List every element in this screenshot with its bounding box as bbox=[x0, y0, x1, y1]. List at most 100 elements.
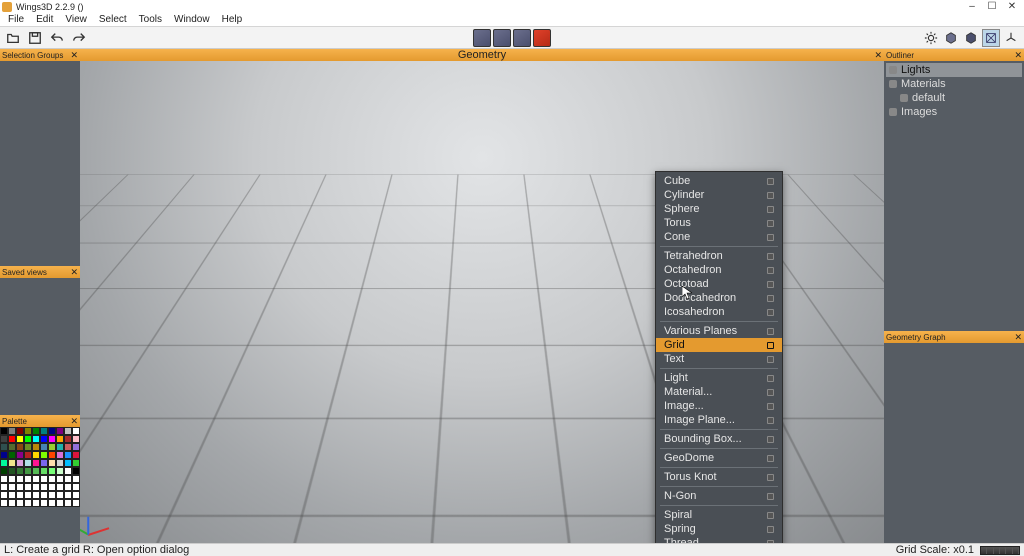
palette-swatch[interactable] bbox=[72, 451, 80, 459]
shade-flat-icon[interactable] bbox=[942, 29, 960, 47]
palette-swatch[interactable] bbox=[8, 451, 16, 459]
palette-swatch[interactable] bbox=[32, 491, 40, 499]
palette-swatch[interactable] bbox=[48, 443, 56, 451]
palette-swatch[interactable] bbox=[40, 475, 48, 483]
palette-swatch[interactable] bbox=[0, 475, 8, 483]
menu-item-dodecahedron[interactable]: Dodecahedron bbox=[656, 291, 782, 305]
mode-edge[interactable] bbox=[493, 29, 511, 47]
menu-item-sphere[interactable]: Sphere bbox=[656, 202, 782, 216]
menu-item-grid[interactable]: Grid bbox=[656, 338, 782, 352]
palette-swatch[interactable] bbox=[32, 499, 40, 507]
palette-swatch[interactable] bbox=[24, 451, 32, 459]
palette-swatch[interactable] bbox=[8, 443, 16, 451]
palette-swatch[interactable] bbox=[64, 483, 72, 491]
menu-item-material-[interactable]: Material... bbox=[656, 385, 782, 399]
preferences-icon[interactable] bbox=[922, 29, 940, 47]
palette-swatch[interactable] bbox=[48, 427, 56, 435]
outliner-body[interactable]: LightsMaterialsdefaultImages bbox=[884, 61, 1024, 331]
primitives-context-menu[interactable]: CubeCylinderSphereTorusConeTetrahedronOc… bbox=[655, 171, 783, 543]
menu-item-light[interactable]: Light bbox=[656, 371, 782, 385]
palette-swatch[interactable] bbox=[64, 491, 72, 499]
palette-swatch[interactable] bbox=[24, 491, 32, 499]
option-box-icon[interactable] bbox=[767, 309, 774, 316]
shade-smooth-icon[interactable] bbox=[962, 29, 980, 47]
selection-groups-header[interactable]: Selection Groups ✕ bbox=[0, 49, 80, 61]
close-icon[interactable]: ✕ bbox=[70, 416, 78, 427]
menu-help[interactable]: Help bbox=[216, 14, 249, 25]
palette-swatch[interactable] bbox=[32, 435, 40, 443]
palette-swatch[interactable] bbox=[72, 427, 80, 435]
palette-swatch[interactable] bbox=[48, 435, 56, 443]
palette-grid[interactable] bbox=[0, 427, 80, 507]
palette-swatch[interactable] bbox=[0, 491, 8, 499]
palette-swatch[interactable] bbox=[8, 491, 16, 499]
palette-swatch[interactable] bbox=[64, 451, 72, 459]
menu-item-cylinder[interactable]: Cylinder bbox=[656, 188, 782, 202]
palette-swatch[interactable] bbox=[0, 443, 8, 451]
palette-swatch[interactable] bbox=[24, 443, 32, 451]
palette-swatch[interactable] bbox=[40, 443, 48, 451]
palette-swatch[interactable] bbox=[40, 467, 48, 475]
menu-item-torus-knot[interactable]: Torus Knot bbox=[656, 470, 782, 484]
open-button[interactable] bbox=[4, 29, 22, 47]
palette-swatch[interactable] bbox=[0, 459, 8, 467]
option-box-icon[interactable] bbox=[767, 342, 774, 349]
option-box-icon[interactable] bbox=[767, 526, 774, 533]
palette-swatch[interactable] bbox=[16, 467, 24, 475]
palette-swatch[interactable] bbox=[56, 451, 64, 459]
option-box-icon[interactable] bbox=[767, 455, 774, 462]
palette-swatch[interactable] bbox=[56, 459, 64, 467]
palette-header[interactable]: Palette ✕ bbox=[0, 415, 80, 427]
menu-edit[interactable]: Edit bbox=[30, 14, 59, 25]
palette-swatch[interactable] bbox=[24, 467, 32, 475]
menu-view[interactable]: View bbox=[59, 14, 93, 25]
save-button[interactable] bbox=[26, 29, 44, 47]
option-box-icon[interactable] bbox=[767, 295, 774, 302]
palette-swatch[interactable] bbox=[16, 475, 24, 483]
geometry-graph-header[interactable]: Geometry Graph ✕ bbox=[884, 331, 1024, 343]
outliner-header[interactable]: Outliner ✕ bbox=[884, 49, 1024, 61]
palette-swatch[interactable] bbox=[56, 475, 64, 483]
palette-swatch[interactable] bbox=[64, 475, 72, 483]
palette-swatch[interactable] bbox=[72, 483, 80, 491]
palette-swatch[interactable] bbox=[0, 435, 8, 443]
option-box-icon[interactable] bbox=[767, 220, 774, 227]
palette-swatch[interactable] bbox=[64, 435, 72, 443]
menu-item-cone[interactable]: Cone bbox=[656, 230, 782, 244]
menu-item-n-gon[interactable]: N-Gon bbox=[656, 489, 782, 503]
palette-swatch[interactable] bbox=[56, 499, 64, 507]
palette-swatch[interactable] bbox=[16, 499, 24, 507]
palette-swatch[interactable] bbox=[0, 467, 8, 475]
palette-swatch[interactable] bbox=[0, 483, 8, 491]
palette-swatch[interactable] bbox=[32, 443, 40, 451]
palette-swatch[interactable] bbox=[16, 483, 24, 491]
palette-swatch[interactable] bbox=[56, 467, 64, 475]
menu-item-bounding-box-[interactable]: Bounding Box... bbox=[656, 432, 782, 446]
close-button[interactable]: ✕ bbox=[1002, 1, 1022, 12]
palette-swatch[interactable] bbox=[24, 459, 32, 467]
option-box-icon[interactable] bbox=[767, 512, 774, 519]
palette-swatch[interactable] bbox=[16, 443, 24, 451]
menu-item-various-planes[interactable]: Various Planes bbox=[656, 324, 782, 338]
palette-swatch[interactable] bbox=[24, 427, 32, 435]
palette-swatch[interactable] bbox=[24, 475, 32, 483]
palette-swatch[interactable] bbox=[48, 491, 56, 499]
mode-body[interactable] bbox=[533, 29, 551, 47]
palette-swatch[interactable] bbox=[8, 475, 16, 483]
palette-swatch[interactable] bbox=[16, 435, 24, 443]
option-box-icon[interactable] bbox=[767, 417, 774, 424]
palette-swatch[interactable] bbox=[40, 499, 48, 507]
option-box-icon[interactable] bbox=[767, 206, 774, 213]
perspective-toggle-icon[interactable] bbox=[982, 29, 1000, 47]
close-icon[interactable]: ✕ bbox=[1014, 50, 1022, 61]
undo-button[interactable] bbox=[48, 29, 66, 47]
palette-swatch[interactable] bbox=[56, 435, 64, 443]
palette-swatch[interactable] bbox=[72, 459, 80, 467]
option-box-icon[interactable] bbox=[767, 436, 774, 443]
option-box-icon[interactable] bbox=[767, 178, 774, 185]
palette-swatch[interactable] bbox=[64, 427, 72, 435]
palette-swatch[interactable] bbox=[32, 483, 40, 491]
close-icon[interactable]: ✕ bbox=[70, 50, 78, 61]
palette-swatch[interactable] bbox=[40, 451, 48, 459]
palette-swatch[interactable] bbox=[16, 459, 24, 467]
